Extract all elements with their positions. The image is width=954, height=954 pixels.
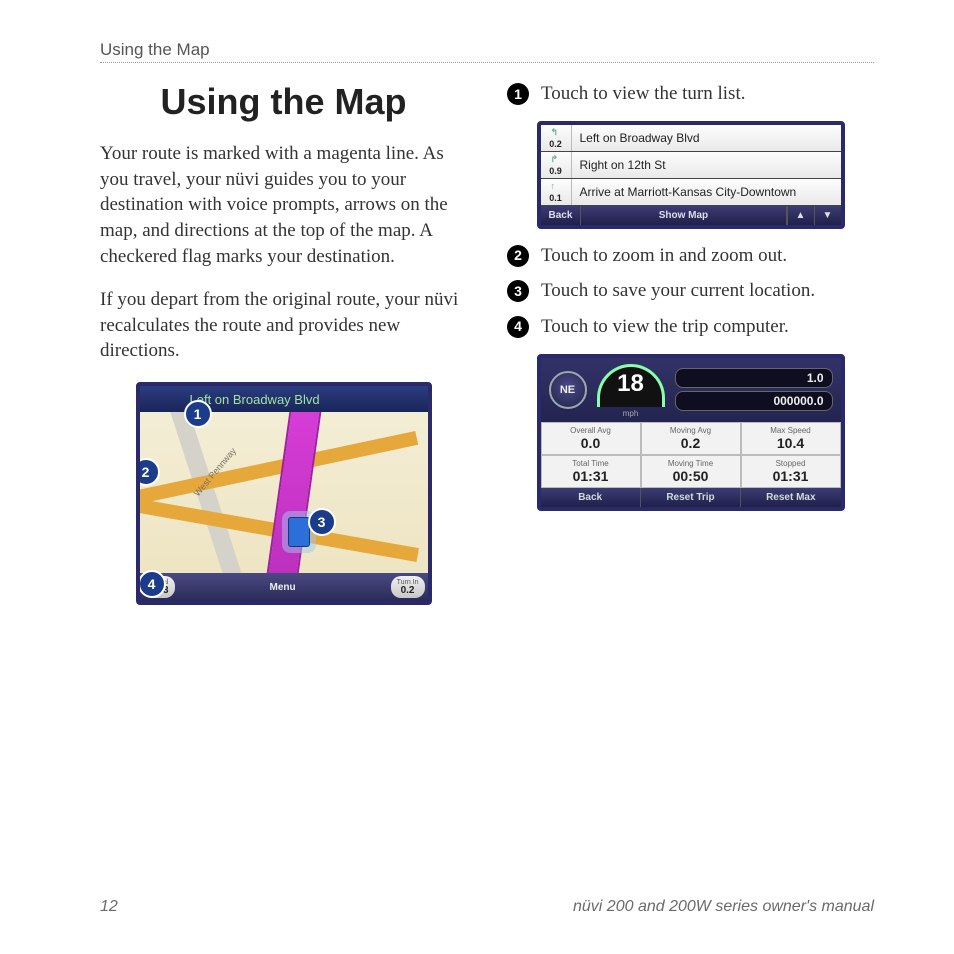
marker-1-icon: 1 <box>184 400 212 428</box>
page-title: Using the Map <box>100 81 467 123</box>
back-button[interactable]: Back <box>541 206 582 225</box>
map-canvas: West Pennway <box>140 412 428 573</box>
compass-icon[interactable]: NE <box>549 371 587 409</box>
marker-3-icon: 3 <box>308 508 336 536</box>
callout-4: 4 Touch to view the trip computer. <box>507 314 874 340</box>
turn-list-row[interactable]: ↱0.9 Right on 12th St <box>541 152 841 179</box>
turn-right-icon: ↱ <box>551 154 561 164</box>
callout-text: Touch to view the turn list. <box>541 81 745 107</box>
speed-gauge: 18 mph <box>597 364 665 416</box>
callout-number-icon: 4 <box>507 316 529 338</box>
book-title-footer: nüvi 200 and 200W series owner's manual <box>573 898 874 916</box>
turn-in-pill[interactable]: Turn In 0.2 <box>391 576 425 598</box>
callout-text: Touch to save your current location. <box>541 278 815 304</box>
body-paragraph-2: If you depart from the original route, y… <box>100 287 467 364</box>
marker-4-icon: 4 <box>138 570 166 598</box>
scroll-down-button[interactable]: ▼ <box>814 206 841 225</box>
speed-value: 18 <box>597 370 665 398</box>
reset-max-button[interactable]: Reset Max <box>741 488 840 507</box>
page-number: 12 <box>100 898 118 916</box>
route-line <box>259 412 322 573</box>
turn-list-row[interactable]: ↑0.1 Arrive at Marriott-Kansas City-Down… <box>541 179 841 206</box>
callout-2: 2 Touch to zoom in and zoom out. <box>507 243 874 269</box>
body-paragraph-1: Your route is marked with a magenta line… <box>100 141 467 269</box>
odometer: 000000.0 <box>675 391 833 411</box>
callout-number-icon: 3 <box>507 280 529 302</box>
turn-left-icon: ↰ <box>551 127 561 137</box>
max-speed-cell: Max Speed10.4 <box>741 422 841 455</box>
arrive-icon: ↑ <box>551 181 561 191</box>
turn-list-screenshot: ↰0.2 Left on Broadway Blvd ↱0.9 Right on… <box>537 121 845 229</box>
scroll-up-button[interactable]: ▲ <box>787 206 814 225</box>
show-map-button[interactable]: Show Map <box>581 206 786 225</box>
vehicle-icon[interactable] <box>288 517 310 547</box>
stopped-cell: Stopped01:31 <box>741 455 841 488</box>
callout-1: 1 Touch to view the turn list. <box>507 81 874 107</box>
moving-time-cell: Moving Time00:50 <box>641 455 741 488</box>
callout-number-icon: 2 <box>507 245 529 267</box>
overall-avg-cell: Overall Avg0.0 <box>541 422 641 455</box>
back-button[interactable]: Back <box>541 488 641 507</box>
callout-number-icon: 1 <box>507 83 529 105</box>
reset-trip-button[interactable]: Reset Trip <box>641 488 741 507</box>
turn-list-row[interactable]: ↰0.2 Left on Broadway Blvd <box>541 125 841 152</box>
trip-computer-screenshot: NE 18 mph 1.0 000000.0 Overall Avg0.0 Mo… <box>537 354 845 511</box>
callout-text: Touch to zoom in and zoom out. <box>541 243 787 269</box>
trip-distance: 1.0 <box>675 368 833 388</box>
running-header: Using the Map <box>100 40 874 63</box>
map-screenshot: Left on Broadway Blvd West Pennway Arriv… <box>136 382 432 605</box>
callout-3: 3 Touch to save your current location. <box>507 278 874 304</box>
map-direction-bar[interactable]: Left on Broadway Blvd <box>140 386 428 412</box>
callout-text: Touch to view the trip computer. <box>541 314 789 340</box>
total-time-cell: Total Time01:31 <box>541 455 641 488</box>
map-bottom-bar: Arrival 1:43 Menu Turn In 0.2 <box>140 573 428 601</box>
menu-button[interactable]: Menu <box>178 573 388 601</box>
speed-unit: mph <box>597 409 665 418</box>
moving-avg-cell: Moving Avg0.2 <box>641 422 741 455</box>
